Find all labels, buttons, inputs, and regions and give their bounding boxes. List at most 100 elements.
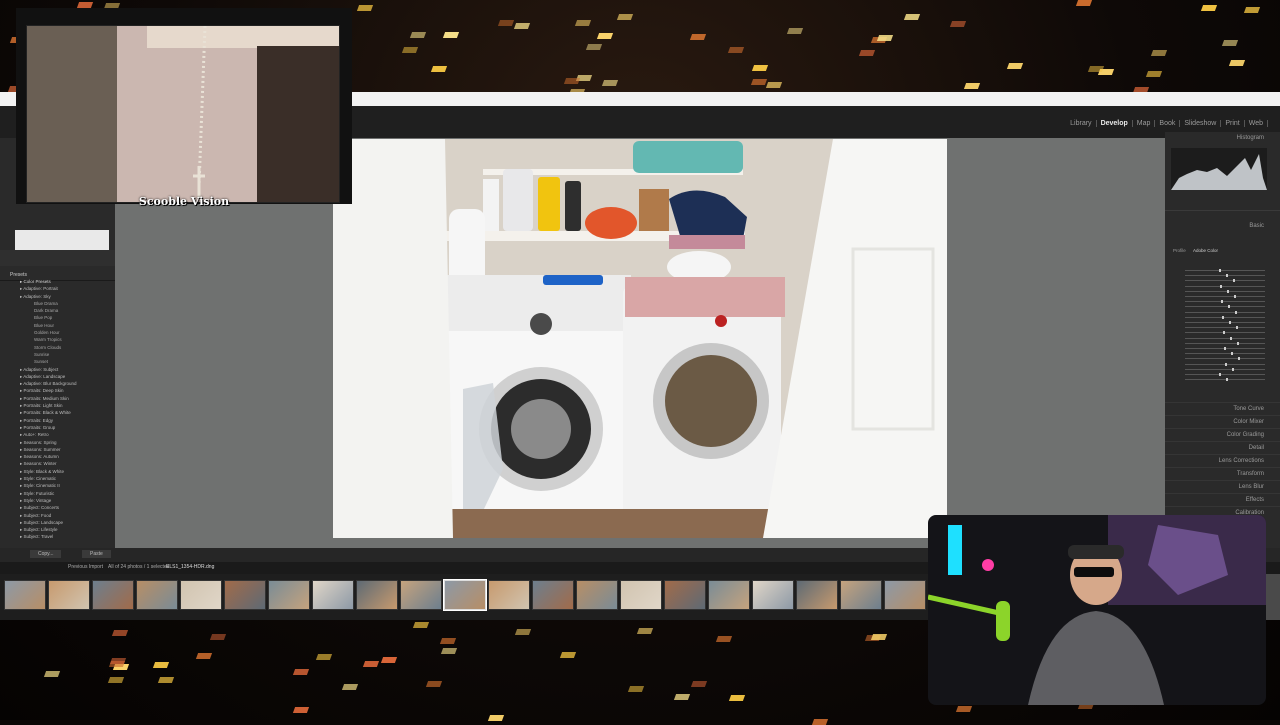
- paste-button[interactable]: Paste: [82, 550, 111, 558]
- preset-item[interactable]: ▸ Portraits: Light Skin: [20, 402, 112, 409]
- preset-item[interactable]: ▸ Adaptive: Subject: [20, 366, 112, 373]
- slider-track[interactable]: [1185, 357, 1265, 361]
- filmstrip-thumbnail[interactable]: [136, 580, 178, 610]
- filmstrip-thumbnail[interactable]: [312, 580, 354, 610]
- slider-thumb[interactable]: [1229, 321, 1231, 324]
- slider-thumb[interactable]: [1223, 331, 1225, 335]
- panel-section-lens-corrections[interactable]: Lens Corrections: [1165, 454, 1280, 467]
- module-print[interactable]: Print: [1221, 120, 1245, 127]
- slider-thumb[interactable]: [1232, 367, 1234, 371]
- slider-track[interactable]: [1185, 284, 1265, 288]
- filmstrip-thumbnail[interactable]: [796, 580, 838, 610]
- preset-item[interactable]: ▸ Seasons: Autumn: [20, 453, 112, 460]
- panel-section-color-grading[interactable]: Color Grading: [1165, 428, 1280, 441]
- slider-track[interactable]: [1185, 367, 1265, 371]
- preset-item[interactable]: ▸ Portraits: Medium Skin: [20, 395, 112, 402]
- filmstrip-thumbnail[interactable]: [840, 580, 882, 610]
- preset-item[interactable]: ▸ Portraits: Group: [20, 424, 112, 431]
- filmstrip-source[interactable]: Previous Import: [68, 564, 103, 570]
- slider-track[interactable]: [1185, 362, 1265, 366]
- preset-item[interactable]: Golden Hour: [20, 329, 112, 336]
- slider-thumb[interactable]: [1221, 300, 1223, 304]
- slider-thumb[interactable]: [1225, 362, 1227, 366]
- preset-item[interactable]: Blue Pop: [20, 314, 112, 321]
- preset-item[interactable]: ▸ Style: Vintage: [20, 497, 112, 504]
- panel-section-color-mixer[interactable]: Color Mixer: [1165, 415, 1280, 428]
- preset-item[interactable]: ▸ Adaptive: Portrait: [20, 285, 112, 292]
- preset-item[interactable]: Dark Drama: [20, 307, 112, 314]
- preset-item[interactable]: ▸ Style: Futuristic: [20, 490, 112, 497]
- preset-item[interactable]: ▸ Portraits: Deep Skin: [20, 387, 112, 394]
- slider-track[interactable]: [1185, 341, 1265, 345]
- slider-track[interactable]: [1185, 373, 1265, 376]
- slider-track[interactable]: [1185, 347, 1265, 350]
- slider-thumb[interactable]: [1231, 352, 1233, 356]
- copy-button[interactable]: Copy...: [30, 550, 62, 558]
- filmstrip-thumbnail[interactable]: [620, 580, 662, 610]
- filmstrip-thumbnail[interactable]: [708, 580, 750, 610]
- slider-thumb[interactable]: [1236, 326, 1238, 330]
- filmstrip-thumbnail[interactable]: [268, 580, 310, 610]
- slider-thumb[interactable]: [1230, 336, 1232, 340]
- slider-track[interactable]: [1185, 289, 1265, 293]
- filmstrip-thumbnail[interactable]: [443, 579, 487, 611]
- panel-section-tone-curve[interactable]: Tone Curve: [1165, 402, 1280, 415]
- slider-thumb[interactable]: [1227, 289, 1229, 293]
- slider-thumb[interactable]: [1220, 284, 1222, 288]
- module-map[interactable]: Map: [1133, 120, 1156, 127]
- filmstrip-thumbnail[interactable]: [752, 580, 794, 610]
- filmstrip-thumbnail[interactable]: [400, 580, 442, 610]
- preset-item[interactable]: ▸ Portraits: Edgy: [20, 417, 112, 424]
- preset-item[interactable]: ▸ Adaptive: Landscape: [20, 373, 112, 380]
- preset-item[interactable]: ▸ Portraits: Black & White: [20, 409, 112, 416]
- slider-track[interactable]: [1185, 378, 1265, 382]
- slider-track[interactable]: [1185, 331, 1265, 335]
- module-slideshow[interactable]: Slideshow: [1180, 120, 1222, 127]
- panel-section-transform[interactable]: Transform: [1165, 467, 1280, 480]
- preset-item[interactable]: ▸ Seasons: Winter: [20, 460, 112, 467]
- preset-item[interactable]: ▸ Seasons: Summer: [20, 446, 112, 453]
- preset-item[interactable]: ▸ Subject: Travel: [20, 533, 112, 540]
- slider-track[interactable]: [1185, 352, 1265, 356]
- filmstrip-thumbnail[interactable]: [92, 580, 134, 610]
- slider-thumb[interactable]: [1237, 341, 1239, 345]
- slider-thumb[interactable]: [1219, 373, 1221, 376]
- preset-item[interactable]: Warm Tropics: [20, 336, 112, 343]
- preset-item[interactable]: Blue Hour: [20, 322, 112, 329]
- filmstrip-thumbnail[interactable]: [664, 580, 706, 610]
- panel-section-detail[interactable]: Detail: [1165, 441, 1280, 454]
- slider-track[interactable]: [1185, 315, 1265, 319]
- slider-track[interactable]: [1185, 269, 1265, 272]
- slider-track[interactable]: [1185, 279, 1265, 283]
- panel-section-effects[interactable]: Effects: [1165, 493, 1280, 506]
- filmstrip-thumbnail[interactable]: [356, 580, 398, 610]
- filmstrip-thumbnail[interactable]: [576, 580, 618, 610]
- filmstrip-thumbnail[interactable]: [532, 580, 574, 610]
- slider-thumb[interactable]: [1226, 378, 1228, 382]
- preset-item[interactable]: Sunset: [20, 358, 112, 365]
- filmstrip-thumbnail[interactable]: [884, 580, 926, 610]
- preset-item[interactable]: ▸ Subject: Lifestyle: [20, 526, 112, 533]
- slider-thumb[interactable]: [1222, 315, 1224, 319]
- preset-item[interactable]: Sunrise: [20, 351, 112, 358]
- slider-thumb[interactable]: [1228, 305, 1230, 309]
- preset-item[interactable]: ▸ Subject: Landscape: [20, 519, 112, 526]
- preset-item[interactable]: ▸ Subject: Food: [20, 512, 112, 519]
- slider-track[interactable]: [1185, 295, 1265, 298]
- preset-item[interactable]: ▸ Style: Black & White: [20, 468, 112, 475]
- slider-thumb[interactable]: [1233, 279, 1235, 283]
- module-library[interactable]: Library: [1066, 120, 1097, 127]
- filmstrip-thumbnail[interactable]: [48, 580, 90, 610]
- slider-thumb[interactable]: [1234, 295, 1236, 298]
- preset-item[interactable]: ▸ Adaptive: Sky: [20, 293, 112, 300]
- slider-track[interactable]: [1185, 326, 1265, 330]
- module-book[interactable]: Book: [1155, 120, 1181, 127]
- filmstrip-thumbnail[interactable]: [180, 580, 222, 610]
- preset-item[interactable]: Storm Clouds: [20, 344, 112, 351]
- preset-item[interactable]: ▸ Color Presets: [20, 278, 112, 285]
- preset-item[interactable]: ▸ Adaptive: Blur Background: [20, 380, 112, 387]
- slider-track[interactable]: [1185, 300, 1265, 304]
- slider-thumb[interactable]: [1235, 310, 1237, 314]
- filmstrip-thumbnail[interactable]: [224, 580, 266, 610]
- slider-track[interactable]: [1185, 305, 1265, 309]
